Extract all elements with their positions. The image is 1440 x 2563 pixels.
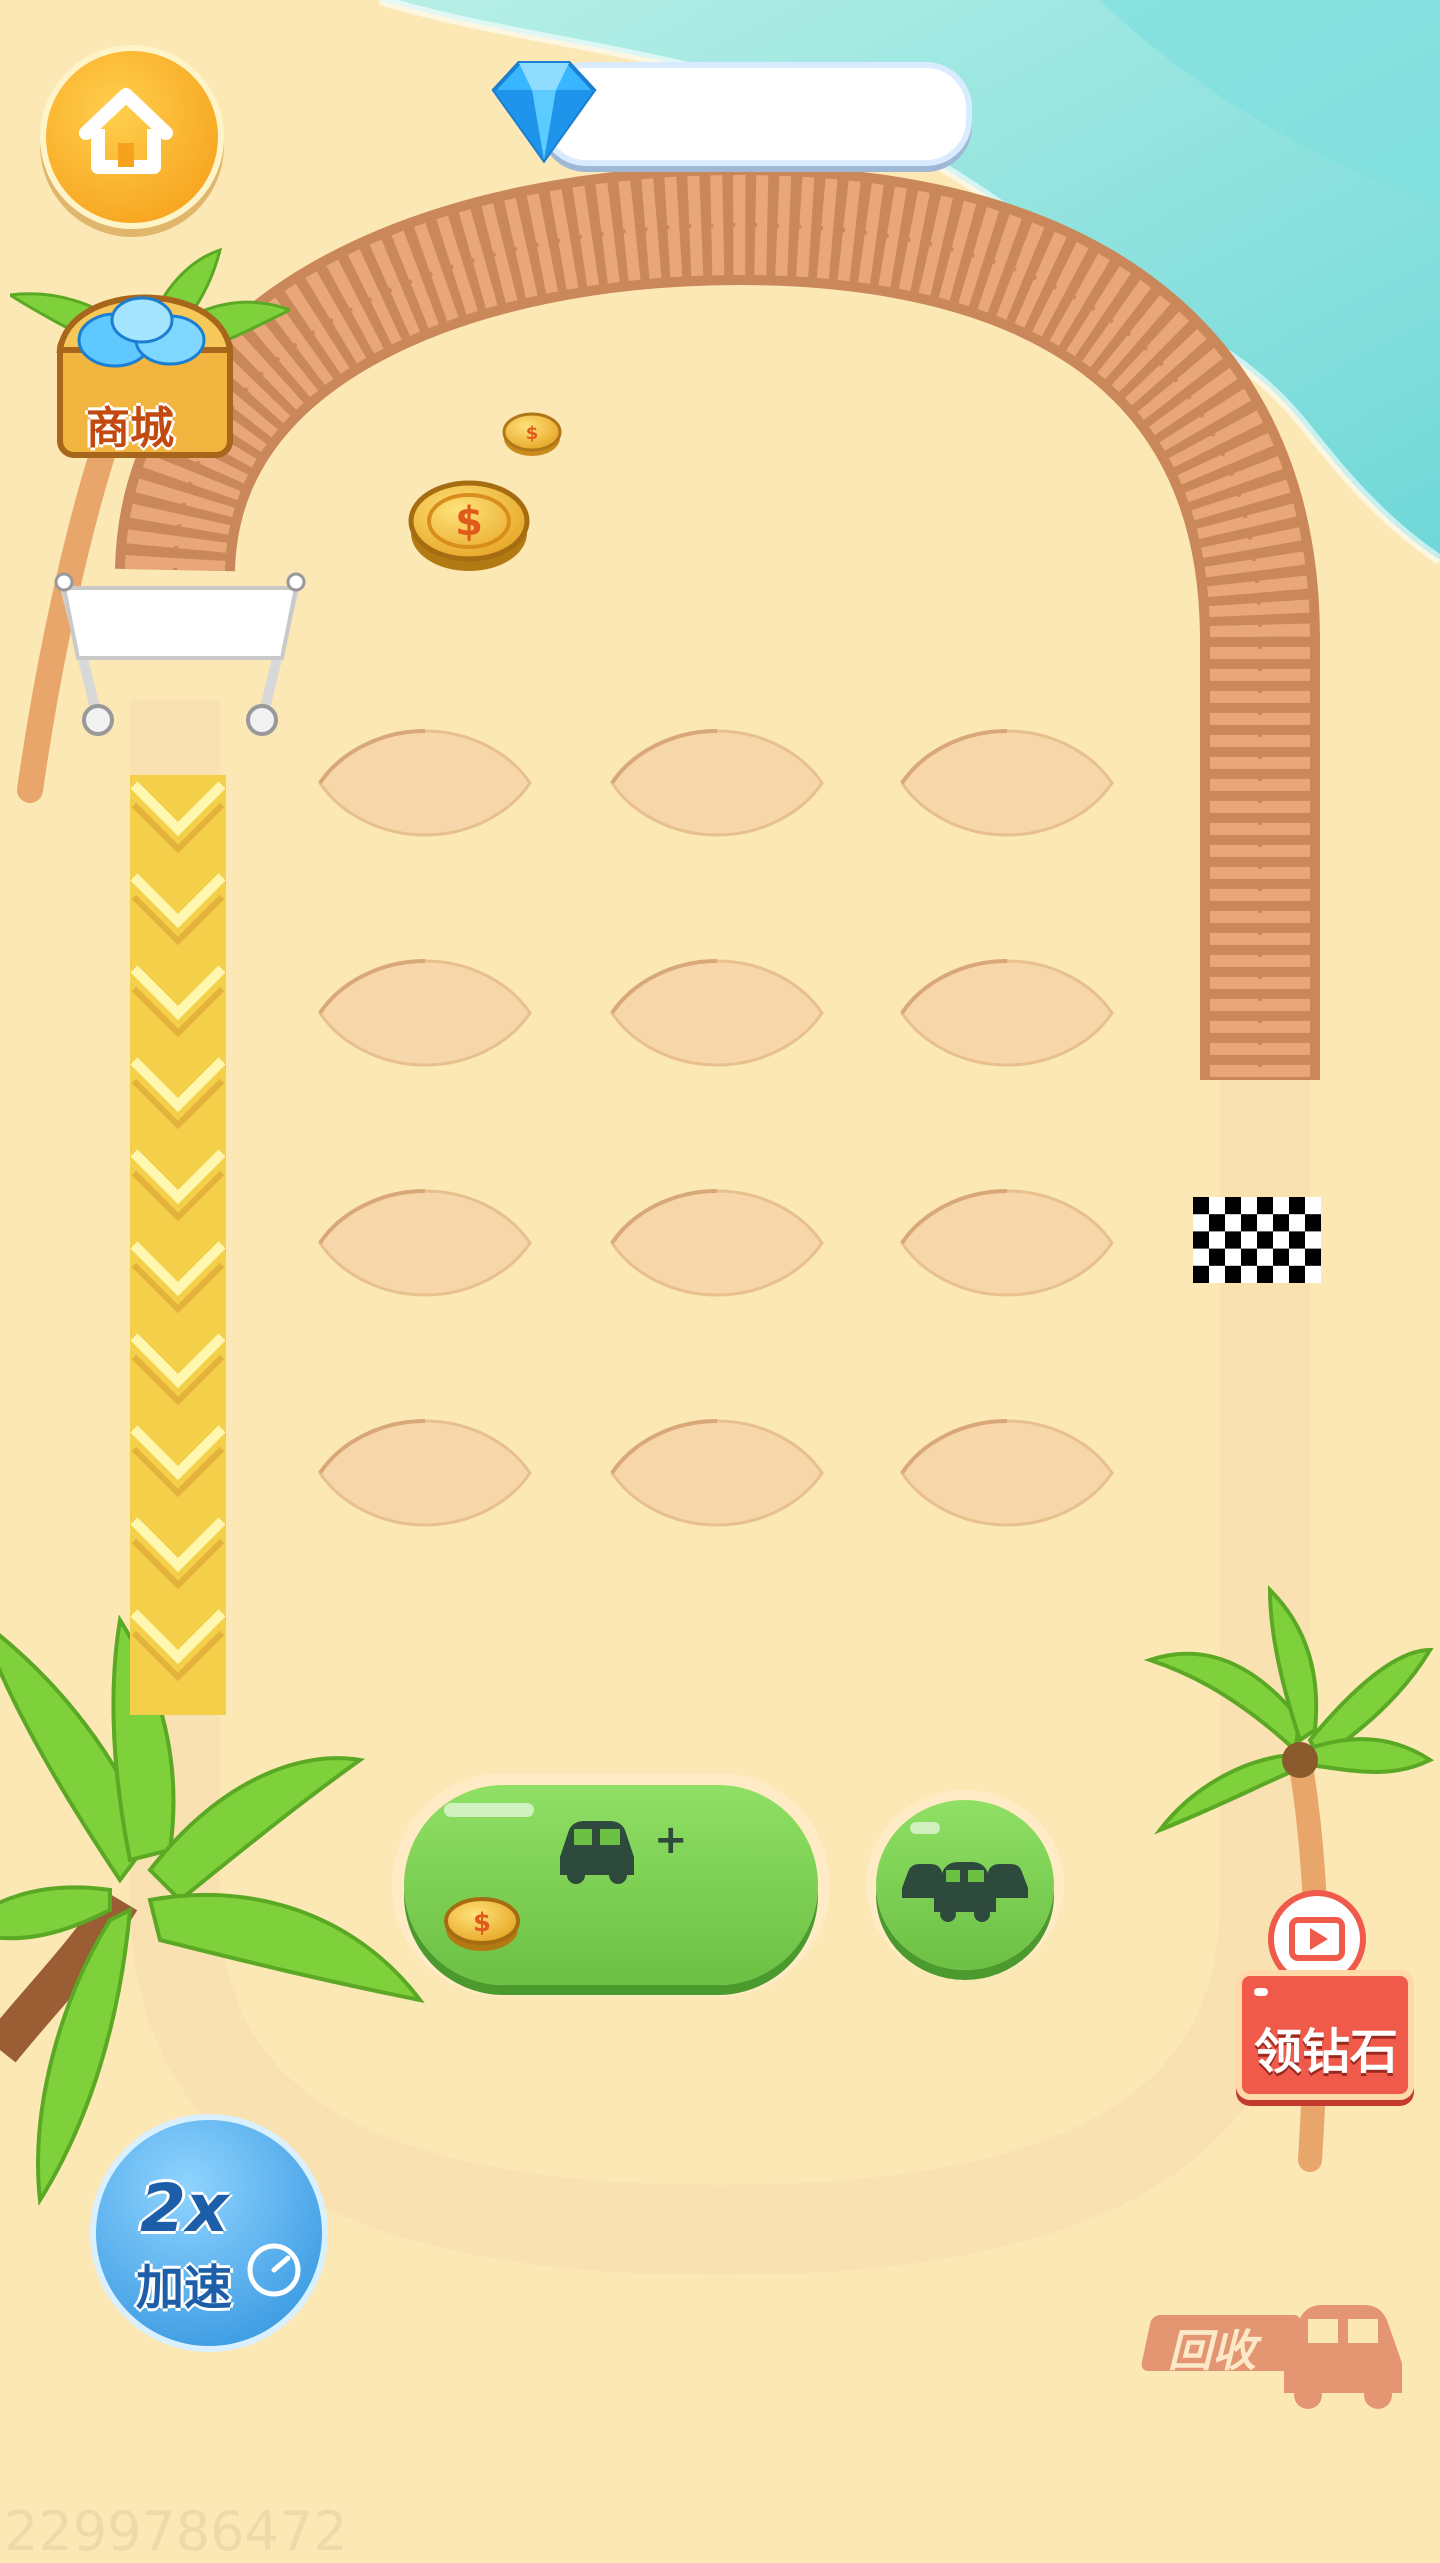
parking-slot[interactable] [882,723,1132,843]
lane-chevron [130,1419,226,1519]
recycle-zone[interactable]: 回收 [1140,2285,1410,2415]
coin-large: $ [408,480,530,571]
car-icon [1284,2305,1402,2409]
garage-button[interactable] [876,1800,1054,1970]
lane-chevron [130,1327,226,1427]
parking-slot[interactable] [300,953,550,1073]
parking-slot[interactable] [882,1413,1132,1533]
diamond-reward-button[interactable]: 领钻石 [1230,1890,1420,2110]
lane-chevron [130,1235,226,1335]
cars-icon [902,1862,1028,1922]
parking-slot[interactable] [592,723,842,843]
svg-text:$: $ [526,423,539,444]
parking-slot[interactable] [882,953,1132,1073]
coin-price-icon: $ [444,1897,520,1951]
shop-label: 商城 [86,403,174,454]
parking-slot[interactable] [882,1183,1132,1303]
buy-car-button[interactable]: + $ [404,1785,818,1985]
car-plus-icon: + [560,1817,684,1884]
diamond-icon [491,61,597,164]
start-banner [50,570,310,740]
recycle-label: 回收 [1168,2326,1256,2377]
parking-slot[interactable] [300,723,550,843]
watermark-text: 2299786472 [4,2500,348,2563]
parking-slot[interactable] [300,1183,550,1303]
lane-chevron [130,1511,226,1611]
parking-slot[interactable] [592,1413,842,1533]
diamond-reward-label: 领钻石 [1254,2024,1399,2080]
speed-boost-button[interactable]: 2x 加速 [96,2120,322,2346]
svg-text:$: $ [455,499,483,545]
parking-slot[interactable] [592,1183,842,1303]
lane-chevron [130,959,226,1059]
lane-chevron [130,775,226,875]
svg-text:$: $ [473,1908,491,1938]
home-button[interactable] [40,45,224,229]
plus-sign: + [654,1817,684,1863]
speedometer-icon [247,2243,301,2297]
speed-multiplier: 2x [140,2170,229,2247]
lane-chevron [130,867,226,967]
home-icon [79,88,173,174]
parking-slot[interactable] [592,953,842,1073]
checkered-flag-icon [1193,1197,1321,1283]
speed-label: 加速 [136,2260,233,2316]
lane-chevron [130,1051,226,1151]
lane-chevron [130,1603,226,1703]
coin-small: $ [502,412,562,456]
shop-button[interactable]: 商城 [5,240,294,470]
lane-chevron [130,1143,226,1243]
parking-slot[interactable] [300,1413,550,1533]
